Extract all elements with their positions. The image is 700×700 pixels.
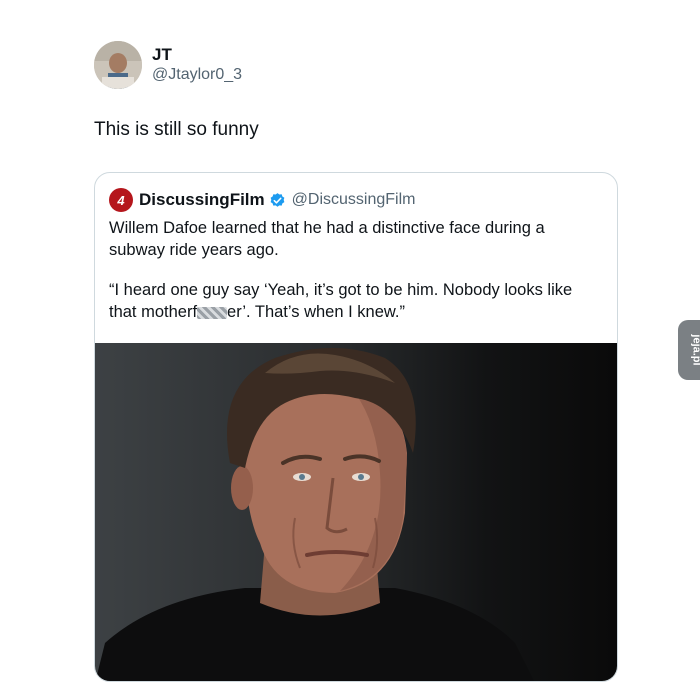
tweet-text: This is still so funny <box>94 119 259 140</box>
avatar[interactable] <box>94 41 142 89</box>
quoted-paragraph-2: “I heard one guy say ‘Yeah, it’s got to … <box>109 279 601 323</box>
avatar-photo-icon <box>94 41 142 89</box>
quoted-display-name[interactable]: DiscussingFilm <box>139 190 265 210</box>
portrait-photo-icon <box>95 348 534 681</box>
quoted-paragraph-1: Willem Dafoe learned that he had a disti… <box>109 219 545 259</box>
discussingfilm-logo-icon: 4 <box>109 188 133 212</box>
watermark-text: jeja.pl <box>690 334 700 366</box>
quoted-handle[interactable]: @DiscussingFilm <box>292 191 416 209</box>
quoted-tweet-card[interactable]: 4 DiscussingFilm @DiscussingFilm Willem … <box>94 172 618 682</box>
quoted-tweet-text: Willem Dafoe learned that he had a disti… <box>109 217 601 341</box>
author-handle[interactable]: @Jtaylor0_3 <box>152 66 242 84</box>
author-display-name[interactable]: JT <box>152 45 172 65</box>
portrait-photo[interactable] <box>95 343 617 681</box>
quoted-tweet-header: 4 DiscussingFilm @DiscussingFilm <box>109 187 415 213</box>
censor-blur <box>197 306 228 319</box>
watermark-tab: jeja.pl <box>678 320 700 380</box>
logo-text: 4 <box>117 192 125 208</box>
tweet: JT @Jtaylor0_3 This is still so funny 4 … <box>0 0 700 700</box>
quote-text-after: er’. That’s when I knew.” <box>227 303 405 321</box>
verified-badge-icon <box>270 192 285 207</box>
